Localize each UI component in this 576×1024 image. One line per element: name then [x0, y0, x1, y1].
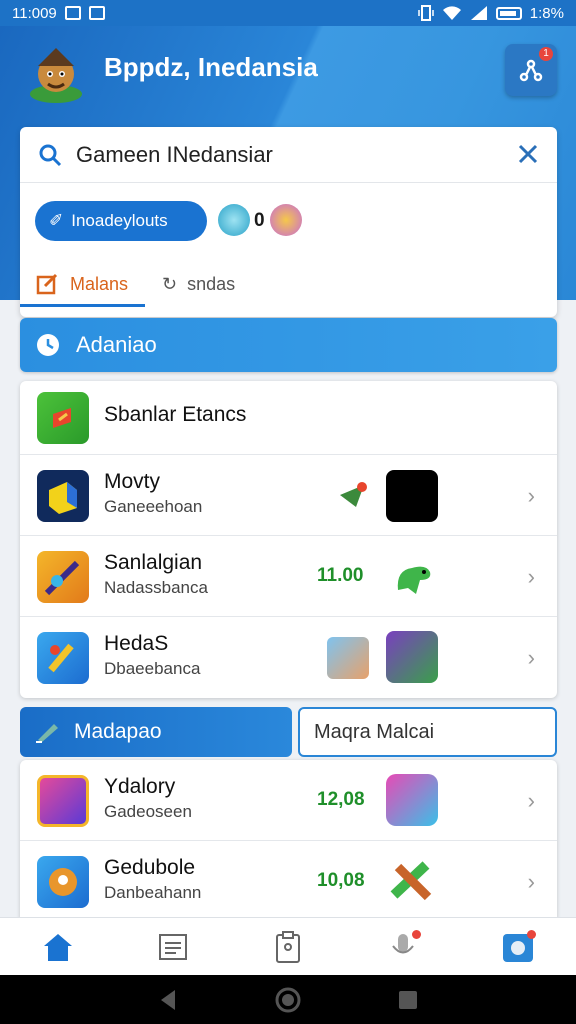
filter-chip-label: Inoadeylouts	[71, 211, 168, 230]
edit-icon	[36, 273, 58, 295]
list-item-title: HedaS	[104, 632, 169, 655]
nav-list[interactable]	[143, 922, 203, 972]
app-title: Bppdz, Inedansia	[104, 52, 318, 82]
list-item-subtitle: Ganeeehoan	[104, 497, 203, 516]
status-time: 11:009	[12, 4, 57, 22]
tab-sndas-label: sndas	[187, 273, 236, 294]
tab-sndas[interactable]: ↻ sndas	[162, 264, 235, 304]
list-item-title: Gedubole	[104, 856, 196, 879]
chevron-right-icon: ›	[527, 869, 535, 894]
active-tab-indicator	[20, 304, 145, 307]
creature-app-icon	[37, 856, 89, 908]
share-icon	[519, 59, 543, 82]
price-label: 11.00	[317, 565, 364, 586]
nav-clipboard[interactable]	[258, 922, 318, 972]
dino-icon	[397, 566, 431, 594]
list-item-subtitle: Dbaeebanca	[104, 659, 201, 678]
list-item[interactable]: Ydalory Gadeoseen 12,08 ›	[20, 760, 557, 841]
close-icon[interactable]	[515, 141, 541, 167]
nav-home[interactable]	[28, 922, 88, 972]
system-nav	[0, 975, 576, 1024]
thumbnail-dark	[386, 470, 438, 522]
chevron-right-icon: ›	[527, 788, 535, 813]
share-button[interactable]: 1	[505, 44, 557, 96]
home-icon	[43, 933, 72, 961]
app-list: Sbanlar Etancs Movty Ganeeehoan › Sanlal…	[20, 381, 557, 698]
list-item-title: Movty	[104, 470, 161, 493]
character-thumb-icon	[327, 637, 369, 679]
bottom-nav	[0, 917, 576, 975]
nav-microphone[interactable]	[373, 922, 433, 972]
list-item[interactable]: HedaS Dbaeebanca ›	[20, 617, 557, 698]
tag-icon: ✐	[49, 211, 64, 230]
price-label: 12,08	[317, 789, 365, 810]
list-item-title: Ydalory	[104, 775, 176, 798]
sword-app-icon	[37, 551, 89, 603]
battery-icon	[495, 6, 522, 20]
search-input[interactable]: Gameen INedansiar	[76, 142, 273, 168]
tab-malans-label: Malans	[70, 273, 129, 294]
image-notification-icon	[88, 6, 105, 20]
crossed-items-icon	[390, 861, 432, 901]
section-header[interactable]: Adaniao	[20, 318, 557, 372]
search-icon	[39, 144, 62, 167]
list-item-title: Sanlalgian	[104, 551, 203, 574]
clock-icon	[37, 334, 59, 356]
list-header-title: Sbanlar Etancs	[104, 403, 247, 426]
back-icon[interactable]	[157, 988, 179, 1012]
maqra-label: Maqra Malcai	[314, 720, 435, 743]
chevron-right-icon: ›	[527, 564, 535, 589]
madapao-button[interactable]: Madapao	[20, 707, 292, 757]
wifi-icon	[442, 6, 461, 20]
signal-icon	[470, 6, 487, 20]
chevron-right-icon: ›	[527, 645, 535, 670]
list-item-subtitle: Gadeoseen	[104, 802, 192, 821]
notification-badge: 1	[539, 47, 553, 61]
app-logo-icon	[30, 48, 82, 103]
list-header-icon	[37, 392, 89, 444]
nav-profile[interactable]	[488, 922, 548, 972]
section-title: Adaniao	[76, 332, 157, 357]
search-card: Gameen INedansiar ✐ Inoadeylouts 0 Malan…	[20, 127, 557, 317]
coin-count: 0	[254, 210, 265, 231]
list-item[interactable]: Movty Ganeeehoan ›	[20, 455, 557, 536]
gem-icon	[218, 204, 250, 236]
list-item[interactable]: Sanlalgian Nadassbanca 11.00 ›	[20, 536, 557, 617]
app-list-secondary: Ydalory Gadeoseen 12,08 › Gedubole Danbe…	[20, 760, 557, 920]
filter-chip[interactable]: ✐ Inoadeylouts	[35, 201, 207, 241]
home-circle-icon[interactable]	[274, 986, 302, 1014]
hero-icon	[340, 482, 367, 507]
list-item-subtitle: Danbeahann	[104, 883, 202, 902]
gift-thumb-icon	[386, 774, 438, 826]
chevron-right-icon: ›	[527, 483, 535, 508]
tab-malans[interactable]: Malans	[36, 264, 128, 304]
status-bar: 11:009 1:8%	[0, 0, 576, 26]
maqra-button[interactable]: Maqra Malcai	[298, 707, 557, 757]
cube-app-icon	[37, 470, 89, 522]
refresh-icon: ↻	[162, 273, 178, 294]
notification-icon	[64, 6, 81, 20]
madapao-label: Madapao	[74, 720, 162, 743]
clipboard-icon	[275, 930, 300, 963]
battery-percent: 1:8%	[529, 4, 564, 22]
list-header[interactable]: Sbanlar Etancs	[20, 381, 557, 455]
list-item-subtitle: Nadassbanca	[104, 578, 208, 597]
price-label: 10,08	[317, 870, 365, 891]
nav-notification-dot	[412, 929, 422, 939]
swirl-app-icon	[37, 775, 89, 827]
search-bar[interactable]: Gameen INedansiar	[20, 127, 557, 183]
list-icon	[158, 933, 187, 960]
nav-notification-dot	[527, 929, 537, 939]
rocket-app-icon	[37, 632, 89, 684]
pencil-icon	[36, 724, 58, 743]
warrior-thumb-icon	[386, 631, 438, 683]
list-item[interactable]: Gedubole Danbeahann 10,08 ›	[20, 841, 557, 920]
coin-icon	[270, 204, 302, 236]
vibrate-icon	[418, 5, 434, 21]
recents-icon[interactable]	[397, 989, 419, 1011]
